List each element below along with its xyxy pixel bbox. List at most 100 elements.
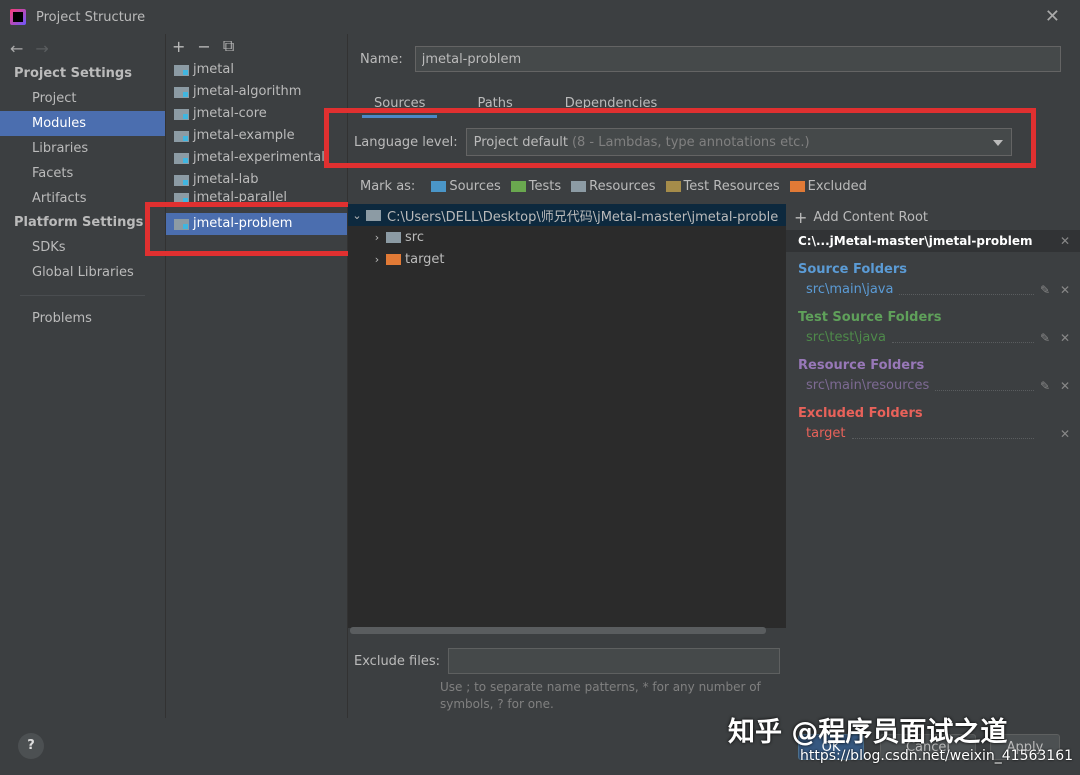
module-item[interactable]: jmetal-algorithm [166, 81, 347, 103]
entry-leader [891, 333, 1034, 343]
folder-entry[interactable]: src\main\java ✎ ✕ [798, 280, 1080, 300]
edit-icon[interactable]: ✎ [1040, 376, 1050, 396]
forward-arrow-icon[interactable]: → [35, 39, 48, 58]
language-level-label: Language level: [354, 134, 458, 150]
resources-folder-icon [571, 181, 587, 192]
mark-resources-button[interactable]: Resources [571, 179, 656, 194]
folder-group-title: Excluded Folders [798, 406, 923, 421]
sources-folder-icon [431, 181, 447, 192]
module-folder-icon [174, 218, 189, 230]
folder-icon [386, 231, 401, 243]
remove-root-icon[interactable]: ✕ [1060, 234, 1070, 248]
modules-toolbar: + − ⧉ [166, 34, 347, 58]
window-title: Project Structure [36, 9, 146, 25]
folder-entry[interactable]: src\main\resources ✎ ✕ [798, 376, 1080, 396]
module-folder-icon [174, 86, 189, 98]
chevron-right-icon[interactable]: › [368, 253, 386, 266]
nav-item-artifacts[interactable]: Artifacts [0, 186, 165, 211]
language-level-hint: (8 - Lambdas, type annotations etc.) [571, 134, 810, 150]
nav-item-facets[interactable]: Facets [0, 161, 165, 186]
folder-group: Source Folders src\main\java ✎ ✕ [786, 260, 1080, 300]
module-item[interactable]: jmetal [166, 59, 347, 81]
mark-test-resources-button[interactable]: Test Resources [665, 179, 780, 194]
module-name-input[interactable] [414, 46, 1061, 72]
mark-excluded-button[interactable]: Excluded [789, 179, 867, 194]
remove-icon[interactable]: − [197, 37, 210, 56]
folder-entry-label: src\test\java [806, 330, 886, 345]
tree-row-target[interactable]: › target [348, 248, 786, 270]
module-folder-icon [174, 174, 189, 186]
history-nav: ← → [0, 34, 165, 62]
nav-item-global-libraries[interactable]: Global Libraries [0, 260, 165, 285]
module-folder-icon [174, 192, 189, 204]
folder-group-title: Test Source Folders [798, 310, 942, 325]
add-icon[interactable]: + [172, 37, 185, 56]
modules-list: jmetal jmetal-algorithm jmetal-core jmet… [166, 58, 347, 235]
tests-folder-icon [510, 181, 526, 192]
folder-entry[interactable]: src\test\java ✎ ✕ [798, 328, 1080, 348]
module-item[interactable]: jmetal-experimental [166, 147, 347, 169]
folder-group: Excluded Folders target ✕ [786, 404, 1080, 444]
nav-item-sdks[interactable]: SDKs [0, 235, 165, 260]
excluded-folder-icon [386, 253, 401, 265]
close-icon[interactable]: ✕ [1045, 6, 1060, 27]
remove-icon[interactable]: ✕ [1060, 376, 1070, 396]
mark-as-label: Mark as: [360, 179, 416, 194]
tab-dependencies[interactable]: Dependencies [553, 94, 670, 118]
language-level-row: Language level: Project default (8 - Lam… [354, 128, 1012, 156]
intellij-logo-icon [10, 9, 26, 25]
entry-leader [899, 285, 1034, 295]
back-arrow-icon[interactable]: ← [10, 39, 23, 58]
mark-as-row: Mark as: Sources Tests Resources Test Re… [360, 179, 871, 194]
help-button[interactable]: ? [18, 733, 44, 759]
tree-row-src[interactable]: › src [348, 226, 786, 248]
folder-entry-label: src\main\java [806, 282, 894, 297]
mark-tests-button[interactable]: Tests [510, 179, 561, 194]
exclude-files-input[interactable] [448, 648, 781, 674]
nav-item-project[interactable]: Project [0, 86, 165, 111]
remove-icon[interactable]: ✕ [1060, 280, 1070, 300]
module-tabs: Sources Paths Dependencies [362, 94, 669, 118]
nav-item-libraries[interactable]: Libraries [0, 136, 165, 161]
folder-entry[interactable]: target ✕ [798, 424, 1080, 444]
language-level-value: Project default [473, 134, 568, 150]
module-folder-icon [174, 108, 189, 120]
module-folder-icon [174, 152, 189, 164]
folder-entry-label: src\main\resources [806, 378, 930, 393]
horizontal-scrollbar[interactable] [350, 627, 766, 634]
remove-icon[interactable]: ✕ [1060, 328, 1070, 348]
module-item[interactable]: jmetal-parallel [166, 191, 347, 205]
entry-leader [851, 429, 1034, 439]
tab-paths[interactable]: Paths [465, 94, 524, 118]
exclude-files-label: Exclude files: [354, 653, 441, 669]
plus-icon: + [794, 207, 808, 227]
edit-icon[interactable]: ✎ [1040, 280, 1050, 300]
folder-group-title: Source Folders [798, 262, 908, 277]
tab-sources[interactable]: Sources [362, 94, 438, 118]
module-item[interactable]: jmetal-core [166, 103, 347, 125]
folder-group-title: Resource Folders [798, 358, 925, 373]
nav-item-modules[interactable]: Modules [0, 111, 165, 136]
nav-item-problems[interactable]: Problems [0, 306, 165, 331]
module-folder-icon [174, 130, 189, 142]
copy-icon[interactable]: ⧉ [223, 36, 234, 56]
mark-sources-button[interactable]: Sources [431, 179, 501, 194]
chevron-right-icon[interactable]: › [368, 231, 386, 244]
remove-icon[interactable]: ✕ [1060, 424, 1070, 444]
nav-divider [20, 295, 145, 296]
module-item[interactable]: jmetal-example [166, 125, 347, 147]
content-root-tree: ⌄ C:\Users\DELL\Desktop\师兄代码\jMetal-mast… [348, 204, 786, 628]
project-settings-heading: Project Settings [14, 66, 132, 81]
exclude-files-row: Exclude files: [354, 648, 781, 674]
chevron-down-icon[interactable]: ⌄ [348, 209, 366, 222]
tree-row-root[interactable]: ⌄ C:\Users\DELL\Desktop\师兄代码\jMetal-mast… [348, 204, 786, 226]
add-content-root-button[interactable]: + Add Content Root [786, 204, 1080, 230]
folder-group: Test Source Folders src\test\java ✎ ✕ [786, 308, 1080, 348]
name-row: Name: [360, 46, 1061, 72]
entry-leader [935, 381, 1034, 391]
excluded-folder-icon [789, 181, 805, 192]
module-item[interactable]: jmetal-lab [166, 169, 347, 191]
edit-icon[interactable]: ✎ [1040, 328, 1050, 348]
language-level-select[interactable]: Project default (8 - Lambdas, type annot… [465, 128, 1012, 156]
module-item-selected[interactable]: jmetal-problem [166, 213, 347, 235]
